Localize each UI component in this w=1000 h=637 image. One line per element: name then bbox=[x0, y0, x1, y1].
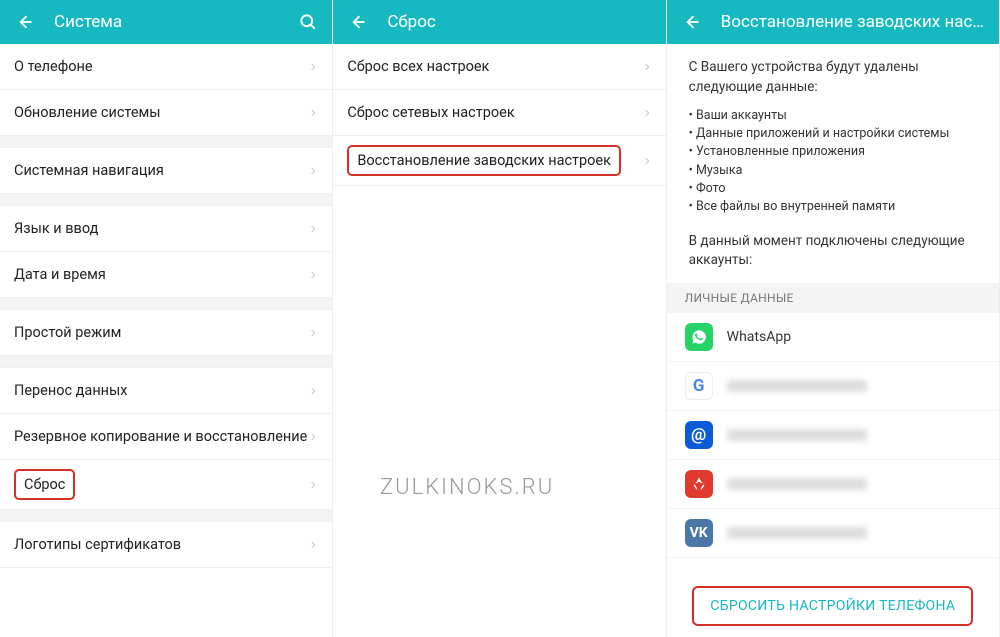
delete-list-item: Фото bbox=[689, 180, 977, 198]
huawei-icon bbox=[685, 470, 713, 498]
arrow-left-icon bbox=[347, 12, 367, 32]
section-title-personal: ЛИЧНЫЕ ДАННЫЕ bbox=[667, 283, 999, 313]
settings-row[interactable]: Дата и время bbox=[0, 252, 332, 298]
account-row[interactable] bbox=[667, 460, 999, 509]
section-gap bbox=[0, 298, 332, 310]
section-gap bbox=[0, 356, 332, 368]
reset-phone-button[interactable]: СБРОСИТЬ НАСТРОЙКИ ТЕЛЕФОНА bbox=[692, 586, 973, 626]
settings-row[interactable]: Системная навигация bbox=[0, 148, 332, 194]
vk-icon: VK bbox=[685, 519, 713, 547]
chevron-right-icon bbox=[642, 154, 652, 168]
panel-system: Система О телефоне Обновление системы Сист… bbox=[0, 0, 333, 637]
settings-row[interactable]: Простой режим bbox=[0, 310, 332, 356]
account-name-blurred bbox=[727, 527, 867, 539]
section-gap bbox=[0, 510, 332, 522]
settings-row[interactable]: Обновление системы bbox=[0, 90, 332, 136]
chevron-right-icon bbox=[308, 326, 318, 340]
back-button[interactable] bbox=[345, 10, 369, 34]
chevron-right-icon bbox=[308, 164, 318, 178]
row-label: Сброс сетевых настроек bbox=[347, 104, 514, 121]
row-label: Восстановление заводских настроек bbox=[347, 145, 621, 176]
delete-list-item: Установленные приложения bbox=[689, 143, 977, 161]
delete-list-item: Ваши аккаунты bbox=[689, 107, 977, 125]
account-row[interactable]: @ bbox=[667, 411, 999, 460]
search-button[interactable] bbox=[296, 10, 320, 34]
settings-row[interactable]: Перенос данных bbox=[0, 368, 332, 414]
reset-button-wrap: СБРОСИТЬ НАСТРОЙКИ ТЕЛЕФОНА bbox=[667, 558, 999, 636]
row-label: Сброс всех настроек bbox=[347, 58, 489, 75]
header-title: Восстановление заводских настроек bbox=[721, 12, 987, 32]
account-row[interactable]: WhatsApp bbox=[667, 313, 999, 362]
row-label: Простой режим bbox=[14, 324, 121, 341]
whatsapp-icon bbox=[685, 323, 713, 351]
chevron-right-icon bbox=[308, 268, 318, 282]
header-system: Система bbox=[0, 0, 332, 44]
row-label: Резервное копирование и восстановление bbox=[14, 428, 307, 445]
reset-row[interactable]: Сброс сетевых настроек bbox=[333, 90, 665, 136]
mail-icon: @ bbox=[685, 421, 713, 449]
row-label: Логотипы сертификатов bbox=[14, 536, 181, 553]
search-icon bbox=[298, 12, 318, 32]
account-name-blurred bbox=[727, 478, 867, 490]
back-button[interactable] bbox=[679, 10, 703, 34]
chevron-right-icon bbox=[642, 60, 652, 74]
account-row[interactable]: VK bbox=[667, 509, 999, 558]
intro-text: С Вашего устройства будут удалены следую… bbox=[667, 58, 999, 105]
header-factory-reset: Восстановление заводских настроек bbox=[667, 0, 999, 44]
row-label: Обновление системы bbox=[14, 104, 161, 121]
panel3-body: С Вашего устройства будут удалены следую… bbox=[667, 44, 999, 637]
delete-list-item: Все файлы во внутренней памяти bbox=[689, 198, 977, 216]
delete-list-item: Данные приложений и настройки системы bbox=[689, 125, 977, 143]
header-title: Система bbox=[54, 12, 296, 32]
account-name: WhatsApp bbox=[727, 329, 791, 345]
settings-row[interactable]: Логотипы сертификатов bbox=[0, 522, 332, 568]
arrow-left-icon bbox=[681, 12, 701, 32]
row-label: Дата и время bbox=[14, 266, 106, 283]
reset-row[interactable]: Восстановление заводских настроек bbox=[333, 136, 665, 186]
chevron-right-icon bbox=[308, 106, 318, 120]
row-label: Перенос данных bbox=[14, 382, 128, 399]
header-title: Сброс bbox=[387, 12, 653, 32]
settings-row[interactable]: Язык и ввод bbox=[0, 206, 332, 252]
google-icon: G bbox=[685, 372, 713, 400]
header-reset: Сброс bbox=[333, 0, 665, 44]
row-label: О телефоне bbox=[14, 58, 93, 75]
panel-factory-reset: Восстановление заводских настроек С Ваше… bbox=[667, 0, 1000, 637]
chevron-right-icon bbox=[308, 430, 318, 444]
account-row[interactable]: G bbox=[667, 362, 999, 411]
chevron-right-icon bbox=[308, 60, 318, 74]
reset-row[interactable]: Сброс всех настроек bbox=[333, 44, 665, 90]
section-gap bbox=[0, 136, 332, 148]
accounts-note: В данный момент подключены следующие акк… bbox=[667, 226, 999, 283]
panel2-body: Сброс всех настроек Сброс сетевых настрое… bbox=[333, 44, 665, 637]
panel1-body: О телефоне Обновление системы Системная на… bbox=[0, 44, 332, 637]
settings-row[interactable]: Резервное копирование и восстановление bbox=[0, 414, 332, 460]
delete-list-item: Музыка bbox=[689, 162, 977, 180]
section-gap bbox=[0, 194, 332, 206]
chevron-right-icon bbox=[308, 538, 318, 552]
accounts-list: WhatsApp G @ VK bbox=[667, 313, 999, 558]
arrow-left-icon bbox=[14, 12, 34, 32]
settings-row[interactable]: Сброс bbox=[0, 460, 332, 510]
settings-row[interactable]: О телефоне bbox=[0, 44, 332, 90]
row-label: Сброс bbox=[14, 469, 75, 500]
account-name-blurred bbox=[727, 429, 867, 441]
delete-list: Ваши аккаунтыДанные приложений и настрой… bbox=[667, 105, 999, 226]
row-label: Язык и ввод bbox=[14, 220, 98, 237]
back-button[interactable] bbox=[12, 10, 36, 34]
chevron-right-icon bbox=[308, 384, 318, 398]
panel-reset: Сброс Сброс всех настроек Сброс сетевых н… bbox=[333, 0, 666, 637]
row-label: Системная навигация bbox=[14, 162, 164, 179]
account-name-blurred bbox=[727, 380, 867, 392]
chevron-right-icon bbox=[642, 106, 652, 120]
chevron-right-icon bbox=[308, 478, 318, 492]
chevron-right-icon bbox=[308, 222, 318, 236]
